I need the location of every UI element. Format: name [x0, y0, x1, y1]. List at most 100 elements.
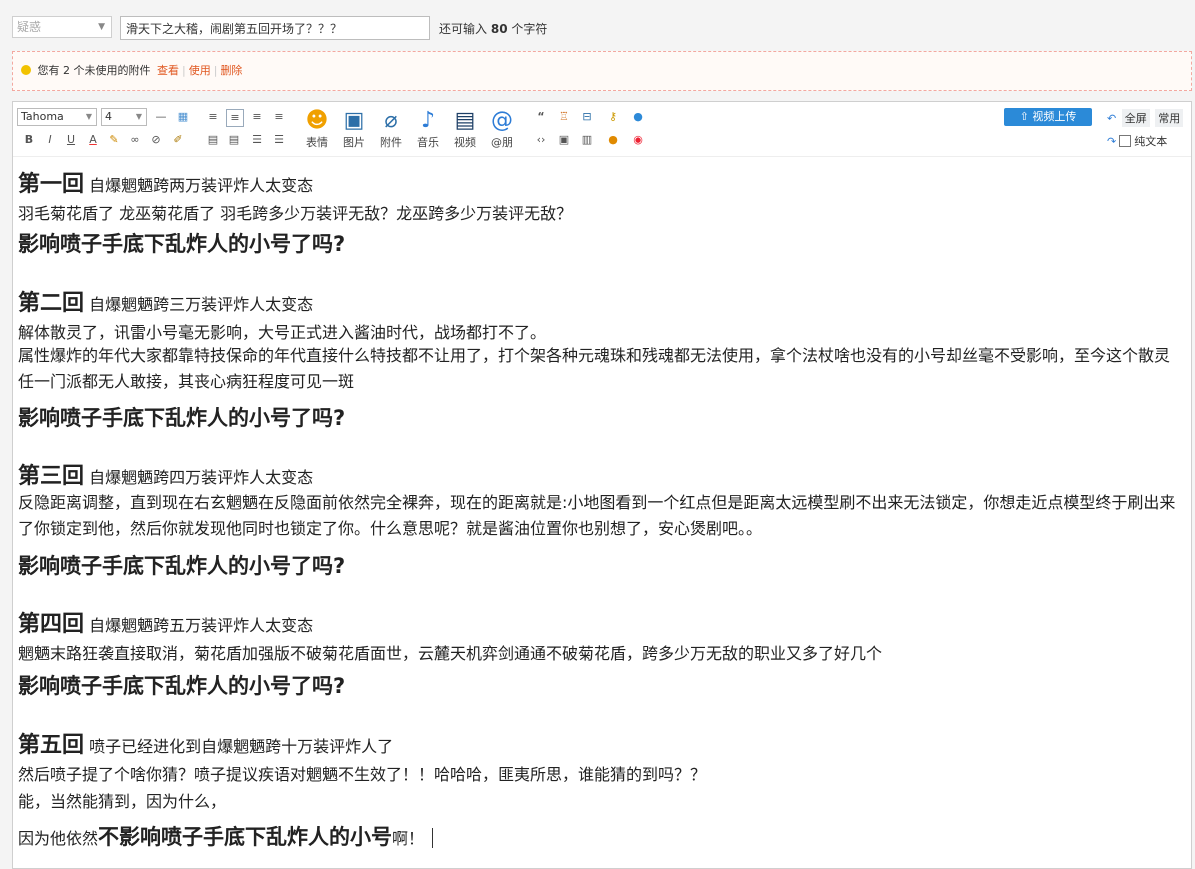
view-attachments-link[interactable]: 查看	[157, 64, 179, 77]
clapperboard-icon: ▤	[454, 108, 476, 133]
weibo-icon[interactable]: ◉	[630, 132, 646, 148]
chapter-heading: 第一回 自爆魍魉跨两万装评炸人太变态	[18, 166, 313, 198]
align-justify-icon[interactable]: ≡	[205, 109, 221, 125]
bold-question: 影响喷子手底下乱炸人的小号了吗?	[18, 554, 346, 578]
text-cursor	[432, 828, 434, 848]
attachment-label: 附件	[380, 136, 402, 149]
chevron-down-icon: ▼	[98, 22, 105, 32]
video-upload-label: 视频上传	[1032, 110, 1077, 123]
link-icon[interactable]: ∞	[127, 132, 143, 148]
float-right-icon[interactable]: ▤	[226, 132, 242, 148]
title-input[interactable]	[120, 16, 430, 40]
align-right-icon[interactable]: ≡	[271, 109, 287, 125]
emoji-button[interactable]: ☻ 表情	[303, 108, 331, 150]
horizontal-rule-icon[interactable]: —	[153, 109, 169, 125]
plain-text-toggle[interactable]: ↷ 纯文本	[1107, 133, 1167, 149]
paragraph: 魍魉末路狂袭直接取消，菊花盾加强版不破菊花盾面世，云麓天机弈剑通通不破菊花盾，跨…	[18, 644, 883, 663]
float-left-icon[interactable]: ▤	[205, 132, 221, 148]
align-left-icon[interactable]: ≡	[226, 109, 244, 127]
use-attachments-link[interactable]: 使用	[189, 64, 211, 77]
font-family-select[interactable]: Tahoma ▼	[17, 108, 97, 126]
hide-content-icon[interactable]: ⊟	[579, 109, 595, 125]
paragraph: 羽毛菊花盾了 龙巫菊花盾了 羽毛跨多少万装评无敌？龙巫跨多少万装评无敌？	[18, 204, 573, 223]
undo-icon[interactable]: ↶	[1107, 112, 1116, 125]
table-icon[interactable]: ▦	[175, 109, 191, 125]
rich-text-editor: Tahoma ▼ 4 ▼ — ▦ ≡ ≡ ≡ ≡ B I U A ✎ ∞ ⊘ ✐…	[12, 101, 1192, 869]
paragraph: 属性爆炸的年代大家都靠特技保命的年代直接什么特技都不让用了，打个架各种元魂珠和残…	[18, 346, 1171, 391]
code-icon[interactable]: ‹›	[533, 132, 549, 148]
free-content-icon[interactable]: ♖	[556, 109, 572, 125]
bold-icon[interactable]: B	[21, 132, 37, 148]
chapter-heading: 第五回 喷子已经进化到自爆魍魉跨十万装评炸人了	[18, 727, 393, 759]
underline-icon[interactable]: U	[63, 132, 79, 148]
chapter-title: 第一回	[18, 172, 85, 197]
separator: |	[213, 64, 218, 77]
page-break-icon[interactable]: ▣	[556, 132, 572, 148]
char-count-prefix: 还可输入	[439, 22, 488, 36]
mention-button[interactable]: @ @朋	[488, 108, 516, 150]
spellcheck-icon[interactable]: ✎	[106, 132, 122, 148]
attachment-notice-text: 您有 2 个未使用的附件	[37, 64, 151, 77]
chapter-subtitle: 喷子已经进化到自爆魍魉跨十万装评炸人了	[89, 737, 394, 756]
image-button[interactable]: ▣ 图片	[340, 108, 368, 150]
chapter-subtitle: 自爆魍魉跨四万装评炸人太变态	[89, 468, 314, 487]
plain-text-checkbox[interactable]	[1119, 135, 1132, 147]
font-color-icon[interactable]: A	[85, 132, 101, 148]
bold-question: 影响喷子手底下乱炸人的小号了吗?	[18, 674, 346, 698]
delete-attachments-link[interactable]: 删除	[220, 64, 242, 77]
music-button[interactable]: ♪ 音乐	[414, 108, 442, 150]
redo-icon[interactable]: ↷	[1107, 135, 1116, 148]
chapter-title: 第二回	[18, 291, 85, 316]
ordered-list-icon[interactable]: ☰	[249, 132, 265, 148]
final-text-post: 啊！	[392, 829, 425, 848]
at-sign-icon: @	[491, 108, 513, 133]
unordered-list-icon[interactable]: ☰	[271, 132, 287, 148]
mention-label: @朋	[491, 136, 513, 149]
paragraph: 解体散灵了，讯雷小号毫无影响，大号正式进入酱油时代，战场都打不了。	[18, 323, 547, 342]
chapter-title: 第四回	[18, 612, 85, 637]
attachment-button[interactable]: ⌀ 附件	[377, 108, 405, 150]
music-note-icon: ♪	[420, 108, 436, 133]
font-size-select[interactable]: 4 ▼	[101, 108, 147, 126]
font-family-value: Tahoma	[21, 110, 64, 123]
background-color-icon[interactable]: ●	[605, 132, 621, 148]
attachment-notice: 您有 2 个未使用的附件 查看 | 使用 | 删除	[12, 51, 1192, 91]
plain-text-label: 纯文本	[1134, 135, 1168, 148]
thread-type-value: 疑惑	[17, 20, 42, 34]
columns-icon[interactable]: ▥	[579, 132, 595, 148]
bold-question: 影响喷子手底下乱炸人的小号了吗?	[18, 232, 346, 256]
chat-bubble-icon[interactable]: ●	[630, 109, 646, 125]
editor-mode-tools: ↶ 全屏 常用	[1107, 109, 1184, 127]
lightbulb-icon	[21, 65, 31, 75]
chapter-subtitle: 自爆魍魉跨三万装评炸人太变态	[89, 295, 314, 314]
quote-icon[interactable]: “	[533, 109, 549, 125]
smiley-icon: ☻	[305, 108, 329, 133]
paragraph: 能，当然能猜到，因为什么，	[18, 792, 227, 811]
font-size-value: 4	[105, 110, 112, 123]
upload-icon: ⇧	[1019, 110, 1029, 123]
common-button[interactable]: 常用	[1155, 109, 1184, 127]
chapter-heading: 第二回 自爆魍魉跨三万装评炸人太变态	[18, 285, 313, 317]
chapter-subtitle: 自爆魍魉跨五万装评炸人太变态	[89, 616, 314, 635]
video-button[interactable]: ▤ 视频	[451, 108, 479, 150]
chevron-down-icon: ▼	[135, 112, 142, 121]
paperclip-icon: ⌀	[384, 108, 398, 133]
editor-toolbar: Tahoma ▼ 4 ▼ — ▦ ≡ ≡ ≡ ≡ B I U A ✎ ∞ ⊘ ✐…	[13, 102, 1191, 157]
video-label: 视频	[454, 136, 476, 149]
password-icon[interactable]: ⚷	[605, 109, 621, 125]
separator: |	[182, 64, 186, 77]
image-icon: ▣	[343, 108, 365, 133]
chapter-heading: 第三回 自爆魍魉跨四万装评炸人太变态	[18, 458, 313, 490]
unlink-icon[interactable]: ⊘	[148, 132, 164, 148]
chapter-title: 第三回	[18, 464, 85, 489]
align-center-icon[interactable]: ≡	[249, 109, 265, 125]
italic-icon[interactable]: I	[42, 132, 58, 148]
thread-type-select[interactable]: 疑惑 ▼	[12, 16, 112, 38]
image-label: 图片	[343, 136, 365, 149]
paragraph: 然后喷子提了个啥你猜？喷子提议疾语对魍魉不生效了！！哈哈哈，匪夷所思，谁能猜的到…	[18, 765, 707, 784]
fullscreen-button[interactable]: 全屏	[1121, 109, 1150, 127]
clear-format-icon[interactable]: ✐	[170, 132, 186, 148]
chapter-subtitle: 自爆魍魉跨两万装评炸人太变态	[89, 176, 314, 195]
video-upload-button[interactable]: ⇧ 视频上传	[1004, 108, 1092, 126]
char-count-number: 80	[490, 22, 508, 36]
